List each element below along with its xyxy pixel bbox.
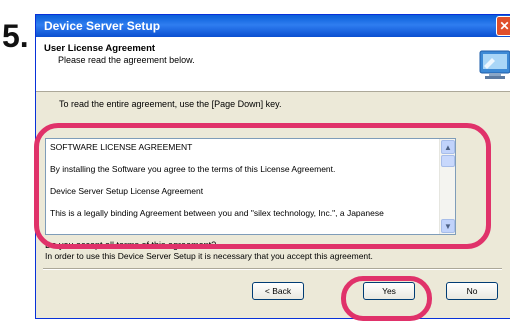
close-button[interactable]: ✕ xyxy=(496,16,510,36)
license-line: Device Server Setup License Agreement xyxy=(50,186,204,196)
license-text: SOFTWARE LICENSE AGREEMENT By installing… xyxy=(50,142,437,234)
title-bar[interactable]: Device Server Setup ✕ xyxy=(36,15,510,37)
license-textarea[interactable]: SOFTWARE LICENSE AGREEMENT By installing… xyxy=(45,138,456,235)
yes-button[interactable]: Yes xyxy=(363,282,415,300)
license-line: By installing the Software you agree to … xyxy=(50,164,336,174)
window-title: Device Server Setup xyxy=(44,19,161,33)
no-button[interactable]: No xyxy=(446,282,498,300)
license-line: SOFTWARE LICENSE AGREEMENT xyxy=(50,142,193,152)
header-subtitle: Please read the agreement below. xyxy=(58,55,195,65)
header-title: User License Agreement xyxy=(44,43,156,54)
scroll-up-arrow-icon[interactable]: ▲ xyxy=(441,140,455,154)
accept-note: In order to use this Device Server Setup… xyxy=(45,251,373,261)
computer-setup-icon xyxy=(479,50,510,79)
vertical-scrollbar[interactable]: ▲ ▼ xyxy=(439,139,455,234)
step-number: 5. xyxy=(2,18,29,54)
back-button[interactable]: < Back xyxy=(252,282,304,300)
wizard-header: User License Agreement Please read the a… xyxy=(36,37,510,92)
button-separator xyxy=(43,268,502,270)
page-down-instruction: To read the entire agreement, use the [P… xyxy=(59,99,282,109)
accept-question: Do you accept all terms of this agreemen… xyxy=(45,240,217,250)
scroll-thumb[interactable] xyxy=(441,155,455,167)
scroll-down-arrow-icon[interactable]: ▼ xyxy=(441,219,455,233)
license-line: This is a legally binding Agreement betw… xyxy=(50,208,384,218)
close-icon: ✕ xyxy=(499,19,510,33)
